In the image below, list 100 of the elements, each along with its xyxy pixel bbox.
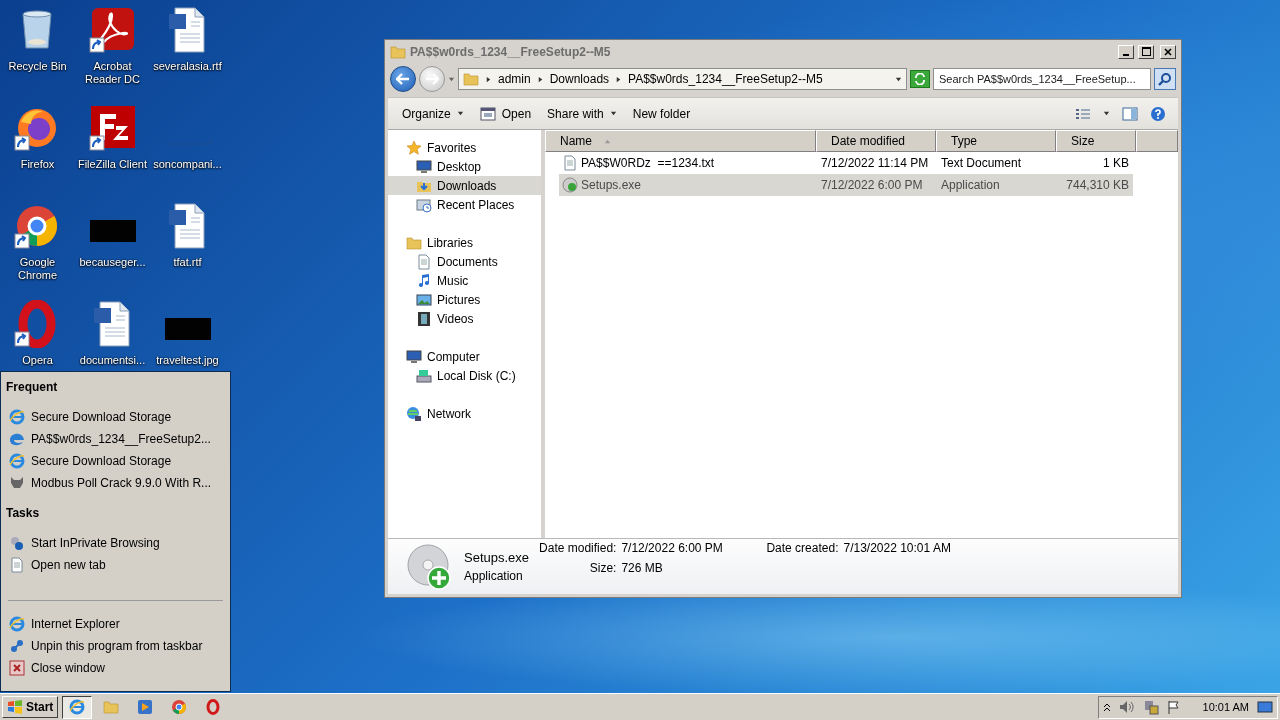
menu-button[interactable]: Organize: [396, 103, 470, 124]
toolbar-button[interactable]: New folder: [626, 103, 697, 124]
chevron-up-icon[interactable]: [1102, 702, 1111, 712]
search-button[interactable]: [1154, 68, 1176, 90]
jump-list-item[interactable]: Open new tab: [6, 554, 225, 576]
window-title: PA$$w0rds_1234__FreeSetup2--M5: [410, 44, 612, 59]
nav-item[interactable]: Documents: [388, 252, 541, 271]
browser-icon: [69, 699, 86, 715]
chrome-icon: [171, 699, 188, 715]
folder-icon: [463, 71, 479, 87]
maximize-icon: [1141, 47, 1151, 56]
details-file-name: Setups.exe: [464, 550, 530, 565]
minimize-button[interactable]: [1118, 44, 1134, 59]
network-icon[interactable]: [1142, 699, 1159, 715]
installer-icon: [562, 177, 578, 193]
speaker-icon[interactable]: [1118, 700, 1135, 714]
jump-list-item[interactable]: PA$$w0rds_1234__FreeSetup2...: [6, 428, 225, 450]
toolbar-button[interactable]: Open: [473, 102, 538, 125]
column-header[interactable]: Date modified: [816, 130, 936, 152]
clock[interactable]: 10:01 AM: [1202, 701, 1249, 713]
taskbar-app-button[interactable]: [62, 695, 93, 719]
desktop-icon-label: severalasia.rtf: [152, 60, 223, 73]
jump-list-heading: Tasks: [6, 505, 41, 522]
jump-list-item[interactable]: Unpin this program from taskbar: [6, 635, 225, 657]
column-header[interactable]: Name: [545, 130, 816, 152]
search-field[interactable]: Search PA$$w0rds_1234__FreeSetup...: [933, 68, 1151, 90]
close-button[interactable]: [1160, 44, 1176, 59]
document-icon: [416, 253, 432, 270]
refresh-icon: [914, 73, 926, 85]
back-button[interactable]: [390, 66, 416, 92]
browser-icon: [9, 409, 25, 425]
file-size: 1 KB: [1102, 156, 1130, 170]
breadcrumb[interactable]: Downloads: [549, 72, 610, 86]
address-bar[interactable]: admin Downloads PA$$w0rds_1234__FreeSetup2--M5: [458, 68, 907, 90]
minimize-icon: [1123, 53, 1129, 56]
nav-item[interactable]: Videos: [388, 309, 541, 328]
refresh-button[interactable]: [910, 70, 930, 88]
jump-list-item[interactable]: Modbus Poll Crack 9.9.0 With R...: [6, 472, 225, 494]
details-value: 726 MB: [621, 560, 664, 575]
nav-item[interactable]: Local Disk (C:): [388, 366, 541, 385]
nav-item[interactable]: Recent Places: [388, 195, 541, 214]
flag-icon[interactable]: [1166, 700, 1181, 714]
windows-flag-icon: [7, 700, 23, 714]
close-icon: [1164, 47, 1172, 56]
start-button[interactable]: Start: [2, 696, 59, 718]
jump-list-item[interactable]: Secure Download Storage: [6, 450, 225, 472]
caret-icon: [485, 75, 492, 83]
caret-icon: [615, 75, 623, 83]
computer-icon: [406, 348, 422, 365]
new-tab-icon: [9, 557, 25, 573]
nav-item[interactable]: Pictures: [388, 290, 541, 309]
desktop-icon-label: becauseger...: [78, 256, 147, 269]
private-browsing-icon: [9, 535, 25, 551]
close-icon: [9, 660, 25, 676]
desktop-icon-label: soncompani...: [152, 158, 223, 171]
music-note-icon: [416, 272, 432, 289]
right-arrow-icon: [425, 73, 439, 85]
help-icon: [1150, 105, 1166, 122]
text-file-icon: [562, 155, 578, 171]
nav-item[interactable]: Music: [388, 271, 541, 290]
breadcrumb[interactable]: admin: [498, 72, 531, 86]
file-row[interactable]: Setups.exe 7/12/2022 6:00 PM Application 744,310 KB: [559, 174, 1133, 196]
file-name: PA$$W0RDz ==1234.txt: [559, 155, 816, 171]
library-icon: [406, 234, 422, 251]
details-label: Date modified:: [539, 540, 617, 555]
desktop-icon-label: traveltest.jpg: [155, 354, 220, 367]
folder-icon: [390, 43, 406, 60]
jump-list-item[interactable]: Internet Explorer: [6, 613, 225, 635]
column-header[interactable]: Size: [1056, 130, 1136, 152]
jump-list-heading: Frequent: [6, 379, 59, 396]
nav-item[interactable]: Computer: [388, 347, 541, 366]
nav-item[interactable]: Desktop: [388, 157, 541, 176]
jump-list-item[interactable]: Start InPrivate Browsing: [6, 532, 225, 554]
jump-list-item[interactable]: Secure Download Storage: [6, 406, 225, 428]
file-row[interactable]: PA$$W0RDz ==1234.txt 7/12/2022 11:14 PM Text Document 1 KB: [559, 152, 1133, 174]
browser-icon: [9, 453, 25, 469]
breadcrumb[interactable]: PA$$w0rds_1234__FreeSetup2--M5: [628, 72, 823, 86]
nav-item[interactable]: Libraries: [388, 233, 541, 252]
maximize-button[interactable]: [1138, 44, 1154, 59]
details-label: Size:: [588, 560, 617, 575]
caret-icon: [456, 110, 464, 117]
column-header[interactable]: Type: [936, 130, 1056, 152]
filezilla-icon[interactable]: [87, 104, 138, 152]
star-icon: [406, 139, 422, 156]
open-icon: [479, 105, 496, 122]
jump-list-item[interactable]: Close window: [6, 657, 225, 679]
nav-item[interactable]: Network: [388, 404, 541, 423]
drive-icon: [416, 367, 432, 384]
search-icon: [1158, 72, 1172, 86]
desktop-icon-label: Opera: [21, 354, 54, 367]
menu-button[interactable]: Share with: [541, 103, 623, 124]
nav-item[interactable]: Favorites: [388, 138, 541, 157]
file-date: 7/12/2022 11:14 PM: [820, 156, 930, 170]
nav-item[interactable]: Downloads: [388, 176, 541, 195]
file-date: 7/12/2022 6:00 PM: [820, 178, 924, 192]
details-file-type: Application: [464, 569, 524, 583]
installer-icon: [406, 542, 454, 591]
details-value: 7/13/2022 10:01 AM: [843, 540, 951, 555]
desktop-icon-label: FileZilla Client: [76, 158, 149, 171]
desktop-icon-label: Firefox: [19, 158, 56, 171]
